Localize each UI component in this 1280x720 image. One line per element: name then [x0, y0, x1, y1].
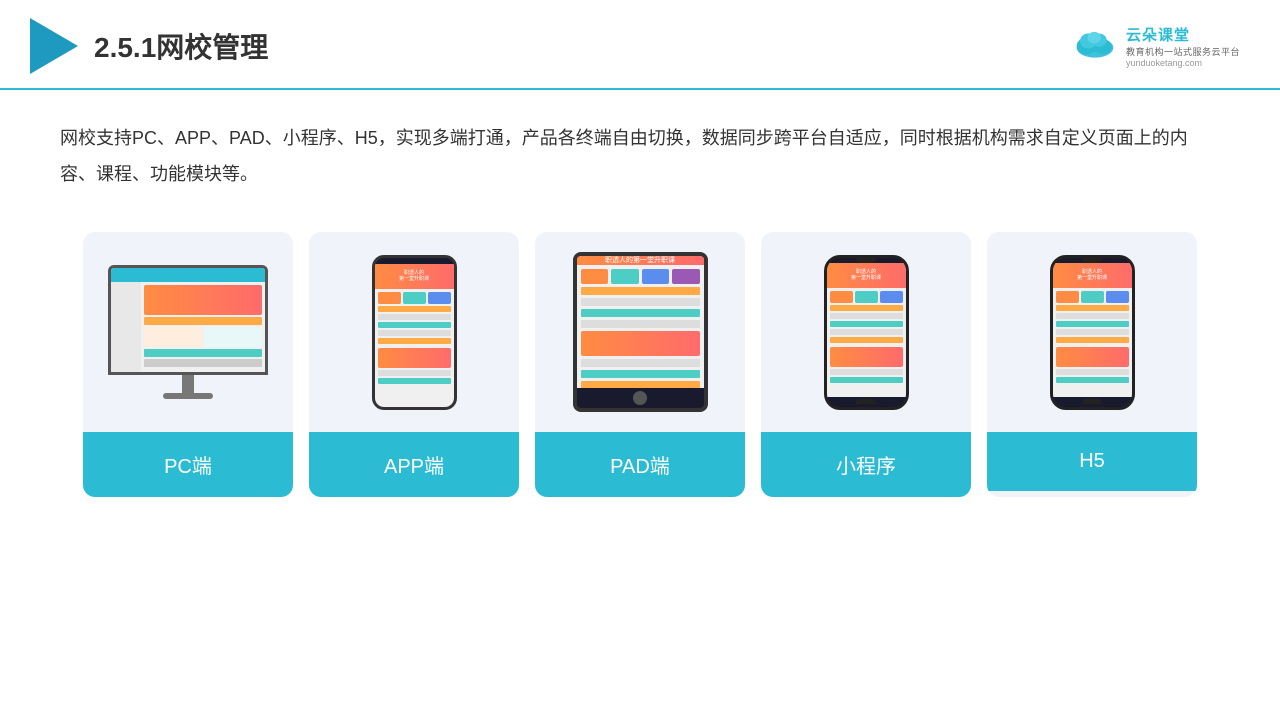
card-pc: PC端 [83, 232, 293, 497]
header-left: 2.5.1网校管理 [30, 18, 268, 74]
card-h5-label: H5 [987, 432, 1197, 491]
cards-container: PC端 职透人的第一堂升职课 [0, 202, 1280, 527]
card-pad-label: PAD端 [535, 432, 745, 497]
card-pc-image [83, 232, 293, 432]
phone-icon: 职透人的第一堂升职课 [372, 255, 457, 410]
logo-main: 云朵课堂 [1126, 24, 1190, 45]
card-h5: 职透人的第一堂升职课 [987, 232, 1197, 497]
card-app-image: 职透人的第一堂升职课 [309, 232, 519, 432]
card-miniapp: 职透人的第一堂升职课 [761, 232, 971, 497]
logo-text: 云朵课堂 教育机构一站式服务云平台 yunduoketang.com [1126, 24, 1240, 68]
card-miniapp-image: 职透人的第一堂升职课 [761, 232, 971, 432]
card-pad: 职透人的第一堂升职课 [535, 232, 745, 497]
page-title: 2.5.1网校管理 [94, 26, 268, 66]
logo-sub: 教育机构一站式服务云平台 [1126, 45, 1240, 58]
card-app: 职透人的第一堂升职课 [309, 232, 519, 497]
header: 2.5.1网校管理 云朵课堂 教育机构一站式服务云平台 yunduoketang… [0, 0, 1280, 90]
brand-logo: 云朵课堂 教育机构一站式服务云平台 yunduoketang.com [1070, 24, 1240, 68]
description-text: 网校支持PC、APP、PAD、小程序、H5，实现多端打通，产品各终端自由切换，数… [0, 90, 1280, 202]
logo-domain: yunduoketang.com [1126, 58, 1202, 68]
logo-triangle-icon [30, 18, 78, 74]
card-pc-label: PC端 [83, 432, 293, 497]
desc-paragraph: 网校支持PC、APP、PAD、小程序、H5，实现多端打通，产品各终端自由切换，数… [60, 120, 1220, 192]
card-h5-image: 职透人的第一堂升职课 [987, 232, 1197, 432]
card-app-label: APP端 [309, 432, 519, 497]
pc-monitor-icon [108, 265, 268, 399]
header-right: 云朵课堂 教育机构一站式服务云平台 yunduoketang.com [1070, 24, 1240, 68]
cloud-icon [1070, 28, 1120, 64]
miniapp-phone-icon: 职透人的第一堂升职课 [824, 255, 909, 410]
card-pad-image: 职透人的第一堂升职课 [535, 232, 745, 432]
h5-phone-icon: 职透人的第一堂升职课 [1050, 255, 1135, 410]
card-miniapp-label: 小程序 [761, 432, 971, 497]
tablet-icon: 职透人的第一堂升职课 [573, 252, 708, 412]
